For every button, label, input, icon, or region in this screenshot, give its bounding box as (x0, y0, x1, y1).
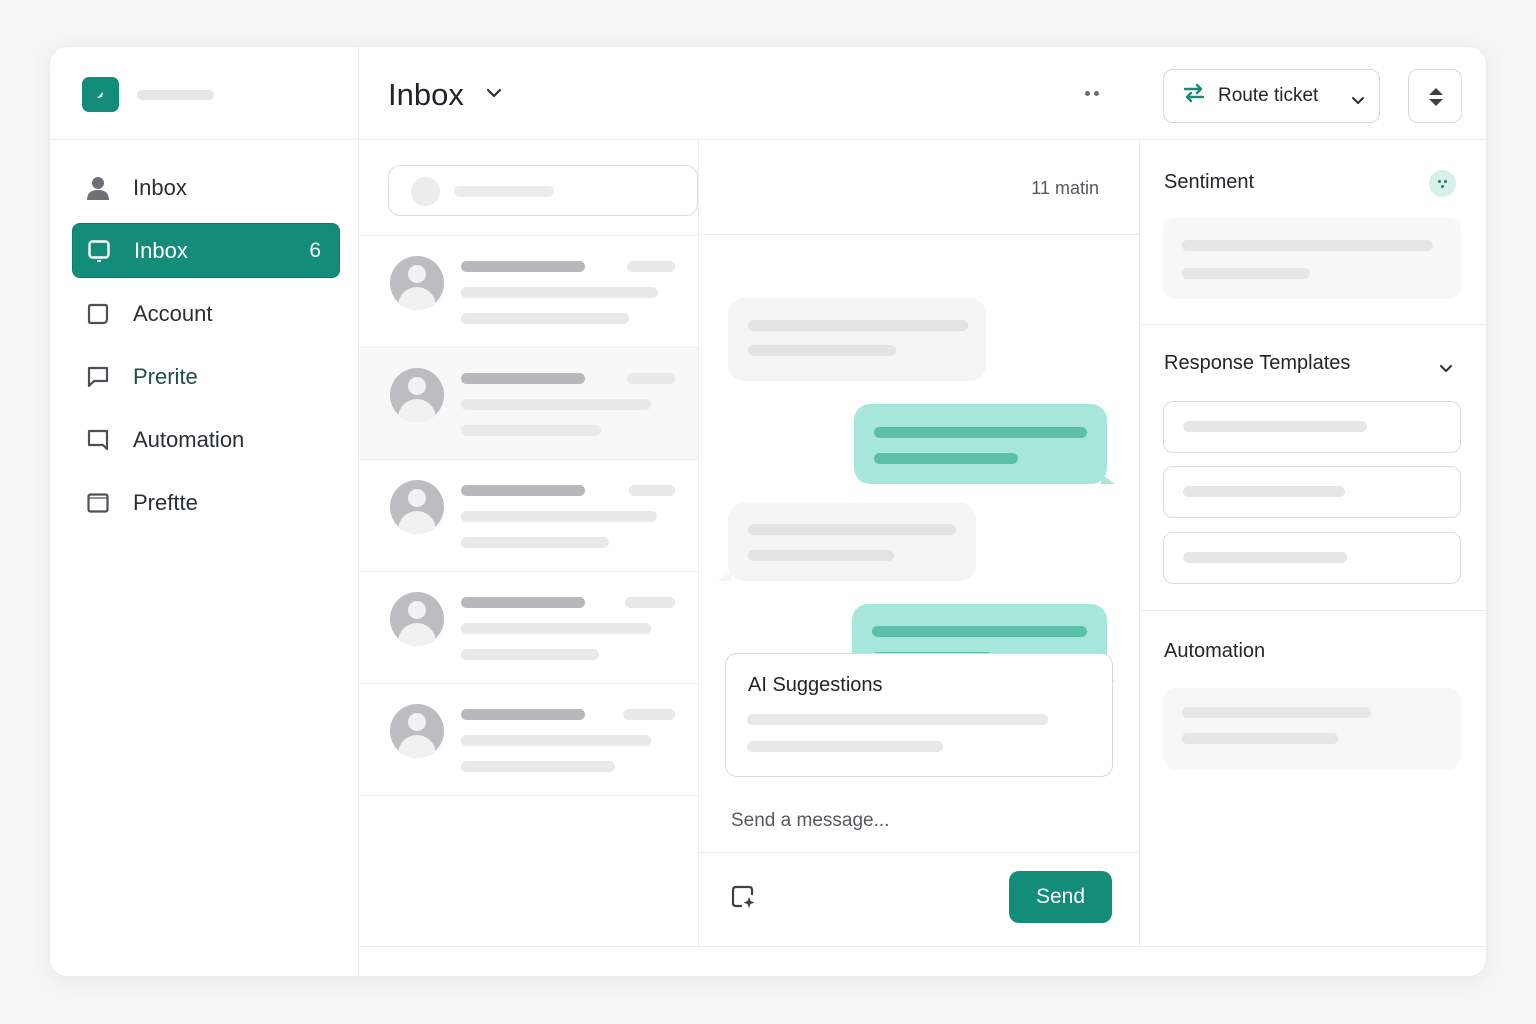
sentiment-card (1163, 218, 1461, 299)
details-header: Route ticket (1140, 47, 1486, 140)
outgoing-message (854, 404, 1107, 484)
template-item[interactable] (1163, 401, 1461, 453)
sentiment-title: Sentiment (1164, 171, 1255, 193)
window-icon (87, 492, 109, 514)
sidebar-item-inbox-profile[interactable]: Inbox (72, 160, 340, 215)
conversation-timestamp: 11 matin (1031, 178, 1099, 198)
incoming-message (728, 298, 986, 381)
send-button[interactable]: Send (1009, 871, 1112, 923)
incoming-message (728, 503, 976, 581)
sidebar-item-inbox[interactable]: Inbox 6 (72, 223, 340, 278)
route-ticket-label: Route ticket (1218, 85, 1319, 106)
message-input[interactable]: Send a message... (731, 810, 889, 832)
main-header: Inbox (359, 47, 1140, 140)
search-input[interactable] (388, 165, 698, 216)
ai-assist-icon[interactable] (731, 885, 757, 914)
avatar (390, 592, 444, 646)
route-ticket-button[interactable]: Route ticket (1163, 69, 1380, 123)
bookmark-icon (87, 429, 109, 451)
avatar (390, 480, 444, 534)
sidebar-item-automation[interactable]: Automation (72, 412, 340, 467)
divider (359, 946, 1486, 947)
ai-suggestions-title: AI Suggestions (748, 674, 883, 696)
app-logo[interactable] (82, 77, 119, 112)
bubble-tail (718, 571, 732, 581)
list-item-selected[interactable] (359, 348, 698, 460)
list-item[interactable] (359, 460, 698, 572)
account-icon (87, 303, 109, 325)
chat-panel: 11 matin AI Suggestions Send a message..… (699, 140, 1140, 946)
sort-button[interactable] (1408, 69, 1462, 123)
details-panel: Route ticket Sentiment Response Template… (1140, 47, 1486, 946)
inbox-icon (88, 239, 110, 262)
avatar (390, 704, 444, 758)
compose-toolbar: Send (699, 852, 1140, 946)
logo-icon (97, 92, 103, 98)
sidebar-nav: Inbox Inbox 6 Account Prerite Automation… (72, 160, 340, 538)
avatar (390, 256, 444, 310)
automation-title: Automation (1164, 640, 1266, 662)
bubble-tail (1101, 474, 1115, 484)
more-dots-icon[interactable] (1085, 91, 1099, 96)
automation-card (1163, 688, 1461, 769)
sidebar-header (50, 47, 358, 140)
page-title: Inbox (388, 77, 464, 112)
sidebar-item-label: Automation (133, 426, 245, 452)
sidebar: Inbox Inbox 6 Account Prerite Automation… (50, 47, 359, 976)
list-item[interactable] (359, 236, 698, 348)
chat-top-bar: 11 matin (699, 140, 1140, 235)
template-item[interactable] (1163, 466, 1461, 518)
chevron-down-icon (1351, 89, 1365, 111)
response-templates-section: Response Templates (1140, 325, 1486, 611)
route-icon (1182, 82, 1206, 110)
user-icon (87, 176, 109, 200)
sidebar-item-label: Account (133, 300, 213, 326)
list-item[interactable] (359, 572, 698, 684)
list-item[interactable] (359, 684, 698, 796)
sidebar-item-label: Preftte (133, 489, 198, 515)
sort-icon (1429, 88, 1443, 106)
conversation-list-panel (359, 140, 699, 946)
chevron-down-icon[interactable] (486, 85, 502, 103)
automation-section: Automation (1140, 611, 1486, 946)
sentiment-section: Sentiment (1140, 140, 1486, 325)
chevron-down-icon[interactable] (1439, 360, 1453, 378)
ai-suggestions-card[interactable]: AI Suggestions (725, 653, 1113, 777)
sidebar-item-preftte[interactable]: Preftte (72, 475, 340, 530)
unread-count-badge: 6 (309, 238, 321, 262)
search-avatar-placeholder (411, 177, 440, 206)
search-text-placeholder (454, 186, 554, 197)
sentiment-face-icon[interactable] (1429, 170, 1456, 197)
app-window: Inbox Inbox 6 Account Prerite Automation… (49, 46, 1487, 977)
brand-name-placeholder (137, 90, 214, 100)
sidebar-item-label: Inbox (133, 174, 187, 200)
response-templates-title: Response Templates (1164, 352, 1351, 374)
sidebar-item-prerite[interactable]: Prerite (72, 349, 340, 404)
avatar (390, 368, 444, 422)
sidebar-item-account[interactable]: Account (72, 286, 340, 341)
sidebar-item-label: Prerite (133, 363, 198, 389)
chat-icon (87, 366, 109, 388)
template-item[interactable] (1163, 532, 1461, 584)
sidebar-item-label: Inbox (134, 237, 188, 263)
conversation-list (359, 235, 698, 796)
